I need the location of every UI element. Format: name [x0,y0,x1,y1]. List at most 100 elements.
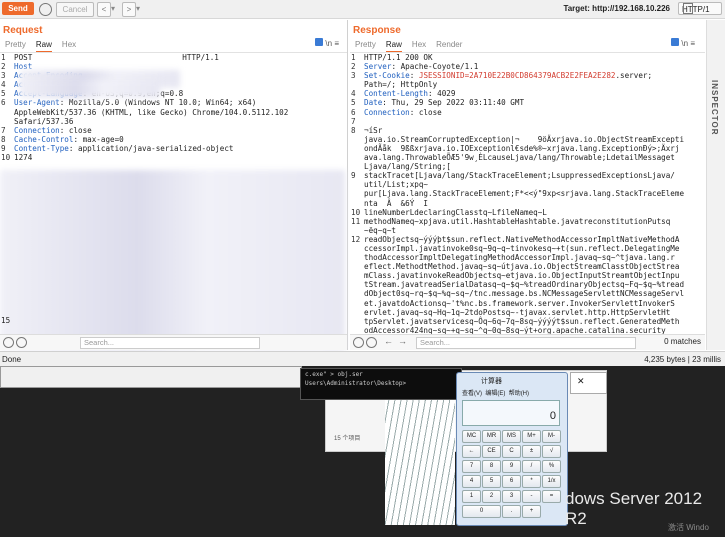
line-text: thodAccessorImpltDelegatingMethodAccesso… [364,253,675,263]
calc-key[interactable]: M+ [522,430,541,443]
calc-key[interactable]: 8 [482,460,501,473]
menu-view[interactable]: 查看(V) [462,391,482,397]
calc-key[interactable]: C [502,445,521,458]
request-search-input[interactable]: Search... [80,337,260,349]
calc-key[interactable]: 1 [462,490,481,503]
calc-key[interactable]: 9 [502,460,521,473]
calc-key[interactable]: 0 [462,505,501,518]
calc-key[interactable]: - [522,490,541,503]
line-text: eflect.MethodtMethod.javaq~sq~útjava.io.… [364,262,680,272]
menu-icon[interactable]: ≡ [690,39,695,48]
tab-pretty[interactable]: Pretty [5,38,26,51]
tab-raw[interactable]: Raw [385,38,402,53]
calc-key[interactable]: MS [502,430,521,443]
next-match-icon[interactable]: → [398,336,407,346]
cancel-button[interactable]: Cancel [56,2,94,17]
code-line: 1 POST HTTP/1.1 [0,53,347,62]
line-text: tpServlet.javatservicesq~Ôq~6q~7q~8sq~ýý… [364,316,680,326]
calc-key[interactable]: 1/x [542,475,561,488]
header-name: Set-Cookie [364,71,410,81]
calc-key[interactable]: 3 [502,490,521,503]
line-number: 6 [1,98,6,108]
layout-icon[interactable] [683,3,693,14]
tab-hex[interactable]: Hex [62,38,76,51]
line-number: 2 [1,62,6,72]
code-line: ondÃåk 9ßßxrjava.io.IOExceptionl€sde%®~x… [350,144,705,153]
chevron-down-icon[interactable]: ▾ [111,2,115,15]
newline-toggle[interactable]: \n [681,39,688,48]
code-line: 12 readObjectsq~ýýýþt$sun.reflect.NativeM… [350,235,705,244]
code-line: 8 Cache-Control: max-age=0 [0,135,347,144]
code-line: ccessorImpl.javatinvoke0sq~9q~q~tinvokes… [350,244,705,253]
line-number: 9 [1,143,6,153]
response-tools: \n ≡ [671,38,695,48]
request-tabs: Pretty Raw Hex [0,38,81,53]
code-line: tStream.javatreadSerialDatasq~q~$q~%trea… [350,280,705,289]
code-line: ava.lang.ThrowableÕÆ5'9w¸ÈLcauseLjava/la… [350,153,705,162]
calc-key[interactable]: M- [542,430,561,443]
target-label[interactable]: Target: http://192.168.10.226 [563,2,670,15]
line-number: 5 [1,89,6,99]
line-number: 8 [351,125,356,135]
calc-key[interactable]: * [522,475,541,488]
prev-match-icon[interactable]: ← [384,336,393,346]
back-button[interactable]: < [97,2,111,17]
send-button[interactable]: Send [2,2,34,15]
calc-key[interactable]: = [542,490,561,503]
code-line: 3 Set-Cookie: JSESSIONID=2A710E22B0CD8643… [350,71,705,80]
calc-key[interactable]: ± [522,445,541,458]
line-text: HTTP/1.1 200 OK [364,53,433,62]
calc-key[interactable]: 6 [502,475,521,488]
console-line: c.exe" > obj.ser [305,371,363,378]
calc-key[interactable]: MC [462,430,481,443]
header-name: Content-Type [14,143,69,153]
line-text: Ljava/lang/String;[ [364,162,451,172]
code-line: Path=/; HttpOnly [350,80,705,89]
inspector-sidebar[interactable]: INSPECTOR [706,20,725,350]
header-value: : 4029 [428,89,456,99]
calc-key[interactable]: ← [462,445,481,458]
header-value: : Thu, 29 Sep 2022 03:11:40 GMT [382,98,525,108]
calc-key[interactable]: . [502,505,521,518]
tab-hex[interactable]: Hex [412,38,426,51]
code-line: Ljava/lang/String;[ [350,162,705,171]
menu-help[interactable]: 帮助(H) [509,391,529,397]
line-number: 3 [351,71,356,81]
forward-button[interactable]: > [122,2,136,17]
tab-pretty[interactable]: Pretty [355,38,376,51]
tab-render[interactable]: Render [436,38,462,51]
calc-key[interactable]: 5 [482,475,501,488]
calc-key[interactable]: % [542,460,561,473]
help-icon[interactable] [353,337,364,348]
calc-key[interactable]: 7 [462,460,481,473]
calc-key[interactable]: 4 [462,475,481,488]
gear-icon[interactable] [39,3,52,16]
gear-icon[interactable] [366,337,377,348]
wrap-icon[interactable] [671,38,680,46]
calc-key[interactable]: + [522,505,541,518]
line-number: 5 [351,98,356,108]
calc-key[interactable]: CE [482,445,501,458]
header-value: : Mozilla/5.0 (Windows NT 10.0; Win64; x… [59,98,257,108]
chevron-down-icon[interactable]: ▾ [136,2,140,15]
response-editor[interactable]: 1 HTTP/1.1 200 OK 2 Server: Apache-Coyote/1… [350,52,705,345]
line-number: 10 [1,153,11,163]
menu-edit[interactable]: 编辑(E) [485,391,505,397]
calc-key[interactable]: MR [482,430,501,443]
tab-raw[interactable]: Raw [35,38,52,53]
newline-toggle[interactable]: \n [325,39,332,48]
calc-key[interactable]: √ [542,445,561,458]
calc-key[interactable]: / [522,460,541,473]
help-icon[interactable] [3,337,14,348]
gear-icon[interactable] [16,337,27,348]
code-line: 9 stackTracet[Ljava/lang/StackTraceElemen… [350,171,705,180]
response-search-input[interactable]: Search... [416,337,636,349]
menu-icon[interactable]: ≡ [334,39,339,48]
code-line: 8 ¬íSr [350,126,705,135]
code-line: AppleWebKit/537.36 (KHTML, like Gecko) C… [0,108,347,117]
line-number: 2 [351,62,356,72]
close-icon[interactable]: ✕ [577,376,585,387]
wrap-icon[interactable] [315,38,324,46]
header-name: Date [364,98,383,108]
calc-key[interactable]: 2 [482,490,501,503]
